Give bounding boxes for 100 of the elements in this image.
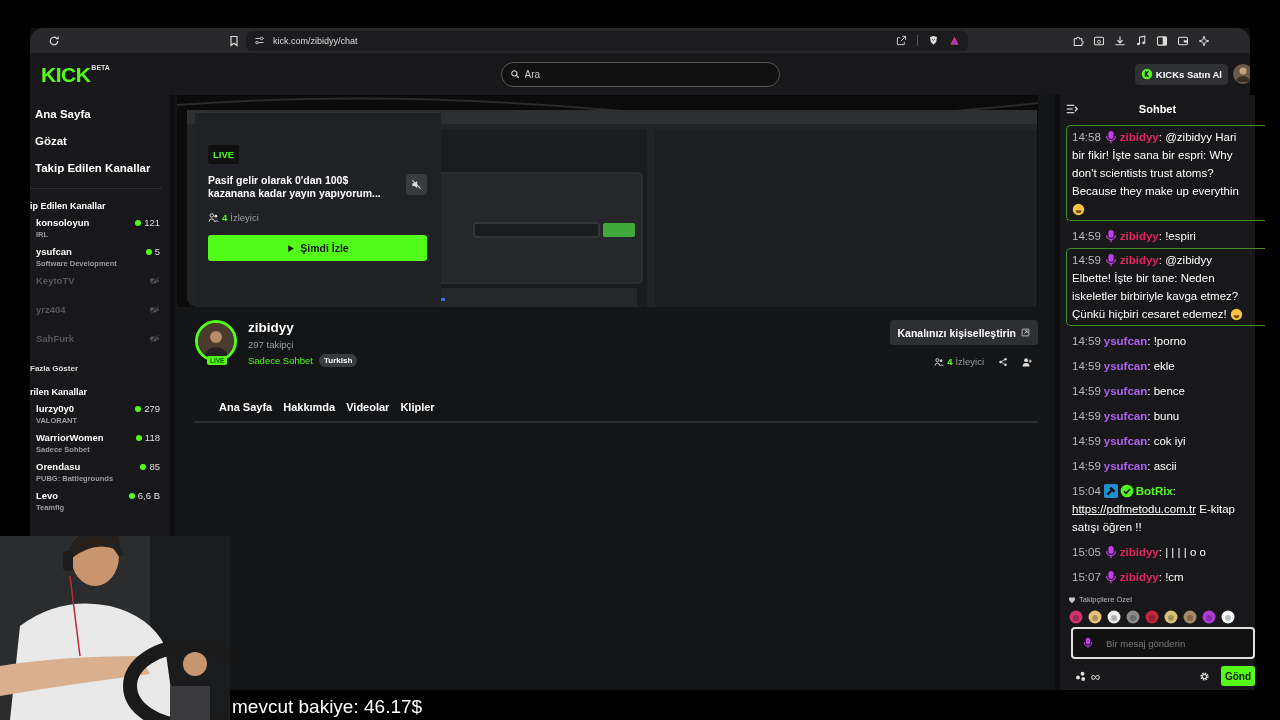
follower-count: 297 takipçi bbox=[248, 339, 295, 350]
message-text: : @zibidyy Hari bbox=[1158, 131, 1237, 143]
username[interactable]: zibidyy bbox=[1119, 545, 1159, 558]
message-text: : !porno bbox=[1147, 334, 1187, 347]
message-text: bir fikir! İşte sana bir espri: Why bbox=[1072, 149, 1233, 161]
triangle-icon[interactable] bbox=[949, 35, 960, 46]
send-button[interactable]: Gönd bbox=[1220, 666, 1255, 686]
nav-item[interactable]: Takip Edilen Kanallar bbox=[35, 161, 170, 176]
timestamp: 14:59 bbox=[1072, 229, 1101, 242]
play-icon bbox=[286, 243, 296, 253]
timestamp: 14:59 bbox=[1072, 459, 1101, 472]
timestamp: 14:59 bbox=[1072, 254, 1101, 266]
channel-name[interactable]: Orendasu bbox=[36, 461, 114, 473]
music-icon[interactable] bbox=[1135, 34, 1147, 47]
reload-icon[interactable] bbox=[48, 34, 60, 47]
customize-button[interactable]: Kanalınızı kişiselleştirin bbox=[889, 320, 1038, 345]
follow-icon[interactable] bbox=[1022, 356, 1032, 367]
timestamp: 14:59 bbox=[1072, 334, 1101, 347]
emote-icon[interactable] bbox=[1107, 610, 1121, 624]
message-link[interactable]: https://pdfmetodu.com.tr bbox=[1072, 502, 1196, 515]
message-field[interactable]: Bir mesaj gönderin bbox=[1071, 627, 1255, 659]
channel-name[interactable]: WarriorWomen bbox=[36, 432, 104, 444]
tab[interactable]: Klipler bbox=[400, 401, 435, 413]
channel-name: zibidyy bbox=[248, 320, 295, 336]
buy-button[interactable]: KICKs Satın Al bbox=[1134, 63, 1228, 85]
viewer-count: 85 bbox=[149, 461, 160, 472]
message-text: : ascii bbox=[1147, 459, 1177, 472]
search-icon bbox=[509, 69, 520, 79]
external-link-icon bbox=[1021, 328, 1030, 337]
viewer-count: 121 bbox=[144, 217, 160, 228]
timestamp: 14:59 bbox=[1072, 384, 1101, 397]
message-text: : @zibidyy bbox=[1158, 254, 1212, 266]
show-more-link[interactable]: Fazla Göster bbox=[30, 364, 170, 373]
timestamp: 15:04 bbox=[1072, 484, 1101, 497]
emoji-icon bbox=[1072, 203, 1085, 216]
mute-button[interactable] bbox=[406, 174, 427, 195]
dots-icon[interactable] bbox=[1075, 670, 1087, 682]
message-text: : bbox=[1172, 484, 1177, 497]
window-icon[interactable] bbox=[1093, 34, 1105, 47]
message-text: iskeletler birbiriyle kavga etmez? bbox=[1072, 290, 1239, 302]
sliders-icon[interactable] bbox=[254, 35, 265, 46]
channel-name[interactable]: ysufcan bbox=[36, 246, 117, 258]
username[interactable]: zibidyy bbox=[1119, 570, 1159, 583]
share-icon[interactable] bbox=[896, 35, 907, 46]
search-field[interactable]: Ara bbox=[500, 61, 780, 87]
wallet-icon[interactable] bbox=[1177, 34, 1189, 47]
timestamp: 14:58 bbox=[1072, 131, 1101, 143]
message-text: Because they make up everythin bbox=[1072, 185, 1239, 197]
share-icon[interactable] bbox=[998, 356, 1008, 367]
sidebar-icon[interactable] bbox=[1156, 34, 1168, 47]
message-text: : | | | | o o bbox=[1158, 545, 1206, 558]
extensions-icon[interactable] bbox=[1072, 34, 1084, 47]
tab[interactable]: Videolar bbox=[346, 401, 390, 413]
emote-icon[interactable] bbox=[1164, 610, 1178, 624]
message-text: : !cm bbox=[1158, 570, 1184, 583]
timestamp: 14:59 bbox=[1072, 359, 1101, 372]
emote-icon[interactable] bbox=[1088, 610, 1102, 624]
video-player[interactable]: LIVE Pasif gelir olarak 0'dan 100$ kazanana kadar yayın yapıyorum... 4 İzleyici Şimdi İzle bbox=[177, 95, 1038, 307]
site-logo[interactable]: KICK bbox=[41, 63, 91, 85]
bookmark-icon[interactable] bbox=[228, 34, 240, 47]
sparkle-icon[interactable] bbox=[1198, 34, 1210, 47]
nav-item[interactable]: Gözat bbox=[35, 134, 170, 149]
channel-name[interactable]: konsoloyun bbox=[36, 217, 90, 229]
watch-button[interactable]: Şimdi İzle bbox=[208, 235, 427, 261]
section-heading: ip Edilen Kanallar bbox=[30, 201, 107, 211]
download-icon[interactable] bbox=[1114, 34, 1126, 47]
viewer-count: 5 bbox=[154, 246, 160, 257]
language-tag[interactable]: Turkish bbox=[319, 354, 358, 367]
timestamp: 14:59 bbox=[1072, 434, 1101, 447]
emote-icon[interactable] bbox=[1221, 610, 1235, 624]
username[interactable]: zibidyy bbox=[1119, 131, 1159, 143]
message-text: : bence bbox=[1147, 384, 1185, 397]
section-heading: rilen Kanallar bbox=[30, 387, 89, 397]
address-bar[interactable]: kick.com/zibidyy/chat bbox=[246, 30, 968, 51]
url-text: kick.com/zibidyy/chat bbox=[273, 35, 358, 46]
username[interactable]: zibidyy bbox=[1119, 229, 1159, 242]
nav-item[interactable]: Ana Sayfa bbox=[35, 107, 170, 122]
viewer-count: 4 bbox=[947, 356, 953, 367]
shield-icon[interactable] bbox=[928, 35, 939, 46]
username[interactable]: zibidyy bbox=[1119, 254, 1159, 266]
collapse-icon[interactable] bbox=[1066, 102, 1078, 115]
avatar[interactable] bbox=[1233, 64, 1250, 84]
message-text: : cok iyi bbox=[1147, 434, 1186, 447]
message-text: don't scientists trust atoms? bbox=[1072, 167, 1214, 179]
viewer-count: 6,6 B bbox=[137, 490, 160, 501]
timestamp: 15:07 bbox=[1072, 570, 1101, 583]
username[interactable]: BotRix bbox=[1135, 484, 1173, 497]
timestamp: 15:05 bbox=[1072, 545, 1101, 558]
live-badge: LIVE bbox=[208, 145, 240, 164]
category-link[interactable]: Sadece Sohbet bbox=[248, 355, 313, 366]
channel-name[interactable]: lurzy0y0 bbox=[36, 403, 78, 415]
message-text: : !espiri bbox=[1158, 229, 1196, 242]
channel-name[interactable]: Levo bbox=[36, 490, 65, 502]
tab[interactable]: Hakkımda bbox=[283, 401, 336, 413]
infinity-button[interactable]: ∞ bbox=[1091, 668, 1101, 684]
tab[interactable]: Ana Sayfa bbox=[219, 401, 273, 413]
message-text: satışı öğren !! bbox=[1072, 520, 1142, 533]
message-text: : bunu bbox=[1147, 409, 1180, 422]
microphone-icon bbox=[1082, 637, 1094, 649]
settings-icon[interactable] bbox=[1198, 670, 1210, 682]
